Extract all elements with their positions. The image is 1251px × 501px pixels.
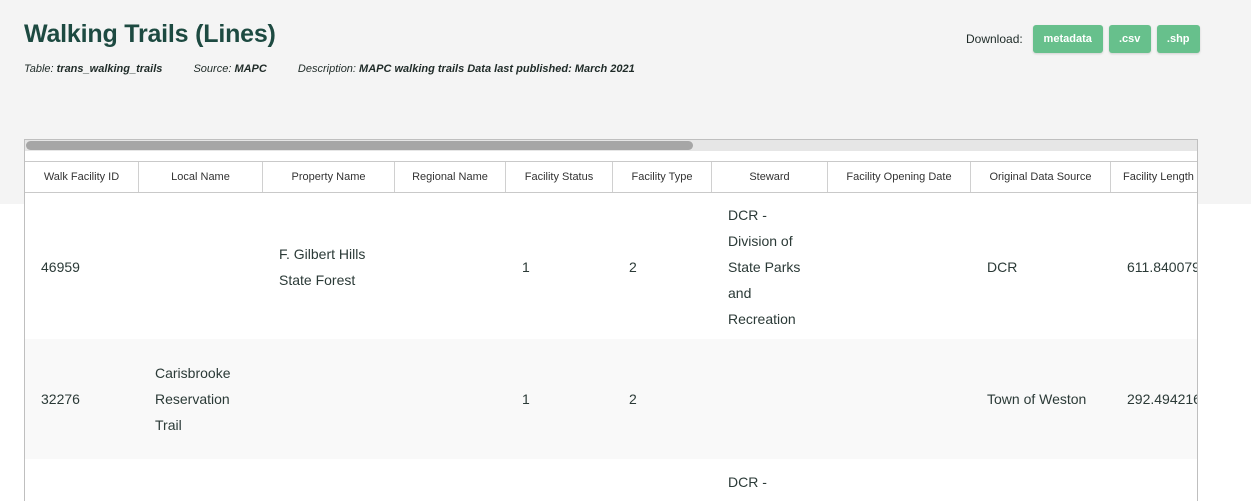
column-header-facility-length[interactable]: Facility Length	[1111, 162, 1197, 192]
cell-property-name	[263, 339, 395, 459]
cell-steward: DCR - Division of State Parks and Recrea…	[728, 206, 801, 327]
column-header-facility-type[interactable]: Facility Type	[613, 162, 712, 192]
cell-facility-opening-date	[828, 194, 971, 339]
column-header-steward[interactable]: Steward	[712, 162, 828, 192]
cell-steward	[712, 339, 828, 459]
cell-property-name: F. Gilbert Hills State Forest	[279, 245, 366, 288]
page-title: Walking Trails (Lines)	[24, 20, 276, 48]
cell-facility-opening-date	[828, 459, 971, 501]
table-row[interactable]: DCR -	[25, 459, 1197, 501]
cell-walk-facility-id: 32276	[41, 391, 80, 407]
cell-property-name	[263, 459, 395, 501]
column-header-local-name[interactable]: Local Name	[139, 162, 263, 192]
cell-regional-name	[395, 459, 506, 501]
cell-facility-length: 611.840079	[1127, 258, 1198, 275]
download-bar: Download: metadata .csv .shp	[966, 25, 1206, 53]
meta-table-value: trans_walking_trails	[56, 63, 163, 75]
download-csv-button[interactable]: .csv	[1108, 25, 1151, 53]
cell-local-name: Carisbrooke Reservation Trail	[155, 365, 231, 433]
meta-source-label: Source:	[193, 63, 232, 75]
data-table: Walk Facility ID Local Name Property Nam…	[24, 139, 1198, 501]
meta-description: Description: MAPC walking trails Data la…	[298, 63, 635, 75]
cell-facility-status: 1	[522, 258, 530, 275]
download-shp-button[interactable]: .shp	[1156, 25, 1200, 53]
meta-description-value: MAPC walking trails Data last published:…	[359, 63, 635, 75]
table-row[interactable]: 32276 Carisbrooke Reservation Trail 1 2 …	[25, 339, 1198, 459]
meta-table: Table: trans_walking_trails	[24, 63, 162, 75]
meta-description-label: Description:	[297, 63, 356, 75]
column-header-property-name[interactable]: Property Name	[263, 162, 395, 192]
cell-original-data-source	[971, 459, 1111, 501]
table-header-row: Walk Facility ID Local Name Property Nam…	[25, 161, 1197, 193]
cell-facility-type: 2	[629, 391, 637, 407]
meta-source: Source: MAPC	[193, 63, 266, 75]
column-header-facility-opening-date[interactable]: Facility Opening Date	[828, 162, 971, 192]
download-metadata-button[interactable]: metadata	[1032, 25, 1103, 53]
meta-table-label: Table:	[24, 63, 54, 75]
cell-original-data-source: DCR	[987, 258, 1018, 275]
cell-facility-type: 2	[629, 258, 637, 275]
cell-facility-type	[613, 459, 712, 501]
cell-regional-name	[395, 339, 506, 459]
cell-facility-length	[1111, 459, 1197, 501]
table-row[interactable]: 46959 F. Gilbert Hills State Forest 1 2 …	[25, 194, 1198, 339]
horizontal-scrollbar-thumb[interactable]	[26, 141, 693, 150]
cell-walk-facility-id: 46959	[41, 258, 80, 275]
meta-source-value: MAPC	[234, 63, 267, 75]
dataset-meta: Table: trans_walking_trails Source: MAPC…	[24, 63, 663, 75]
cell-facility-status: 1	[522, 391, 530, 407]
column-header-regional-name[interactable]: Regional Name	[395, 162, 506, 192]
cell-facility-status	[506, 459, 613, 501]
cell-facility-length: 292.494216	[1127, 391, 1198, 407]
cell-steward: DCR -	[728, 474, 767, 490]
column-header-walk-facility-id[interactable]: Walk Facility ID	[25, 162, 139, 192]
horizontal-scrollbar[interactable]	[25, 140, 1197, 151]
download-label: Download:	[966, 32, 1023, 46]
cell-local-name	[139, 194, 263, 339]
cell-local-name	[139, 459, 263, 501]
cell-original-data-source: Town of Weston	[987, 391, 1087, 407]
column-header-facility-status[interactable]: Facility Status	[506, 162, 613, 192]
column-header-original-data-source[interactable]: Original Data Source	[971, 162, 1111, 192]
cell-walk-facility-id	[25, 459, 139, 501]
cell-facility-opening-date	[828, 339, 971, 459]
cell-regional-name	[395, 194, 506, 339]
